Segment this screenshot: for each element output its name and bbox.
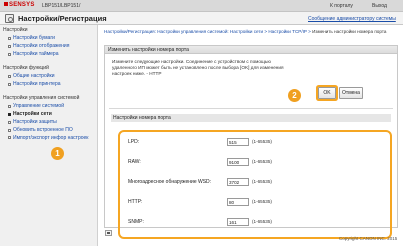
sidebar: Настройки Настройки бумаги Настройки ото… xyxy=(0,25,98,246)
port-range: (1-65535) xyxy=(252,159,272,164)
sidebar-item-paper[interactable]: Настройки бумаги xyxy=(0,34,97,42)
title-bar: Настройки/Регистрация Сообщение админист… xyxy=(0,12,403,25)
sidebar-section-functions: Настройки функций xyxy=(3,65,49,71)
snmp-port-input[interactable] xyxy=(227,218,249,226)
sidebar-item-network[interactable]: Настройки сети xyxy=(0,110,97,118)
port-label: Многоадресное обнаружение WSD: xyxy=(128,179,212,185)
main-content: Настройки/Регистрация: Настройки управле… xyxy=(99,25,403,246)
sidebar-item-security[interactable]: Настройки защиты xyxy=(0,118,97,126)
port-row-http: HTTP: (1-65535) xyxy=(128,198,388,207)
cancel-button[interactable]: Отмена xyxy=(339,87,363,99)
sidebar-item-label: Общие настройки xyxy=(13,73,55,79)
breadcrumb-current: Изменить настройки номера порта xyxy=(312,29,387,34)
bullet-icon xyxy=(8,74,11,78)
sidebar-item-label: Настройки таймера xyxy=(13,51,59,57)
bullet-icon xyxy=(8,82,11,86)
port-row-snmp: SNMP: (1-65535) xyxy=(128,218,388,227)
copyright: Copyright CANON INC. 2015 xyxy=(339,236,398,241)
ok-button[interactable]: OK xyxy=(318,87,336,99)
sidebar-item-label: Обновить встроенное ПО xyxy=(13,127,73,133)
bullet-icon xyxy=(8,104,11,108)
port-range: (1-65535) xyxy=(252,199,272,204)
sidebar-item-label: Настройки принтера xyxy=(13,81,61,87)
port-label: LPD: xyxy=(128,139,140,145)
top-bar: SENSYS LBP151/LBP151/ К порталу Выход xyxy=(0,0,403,12)
sidebar-item-label: Настройки защиты xyxy=(13,119,57,125)
port-fields-group: LPD: (1-65535) RAW: (1-65535) Многоадрес… xyxy=(118,130,392,239)
sidebar-section-settings: Настройки xyxy=(3,27,28,33)
sidebar-item-label: Импорт/экспорт инфор настроек xyxy=(13,135,89,141)
port-settings-header: Настройки номера порта xyxy=(111,114,391,122)
brand-name: SENSYS xyxy=(9,2,35,8)
sidebar-section-management: Настройки управления системой xyxy=(3,95,80,101)
bullet-icon xyxy=(8,112,11,116)
port-row-lpd: LPD: (1-65535) xyxy=(128,138,388,147)
http-port-input[interactable] xyxy=(227,198,249,206)
wsd-port-input[interactable] xyxy=(227,178,249,186)
lpd-port-input[interactable] xyxy=(227,138,249,146)
sidebar-item-label: Настройки бумаги xyxy=(13,35,55,41)
sidebar-item-printer[interactable]: Настройки принтера xyxy=(0,80,97,88)
logout-link[interactable]: Выход xyxy=(372,3,387,9)
port-range: (1-65535) xyxy=(252,139,272,144)
settings-icon xyxy=(5,14,14,23)
port-label: SNMP: xyxy=(128,219,144,225)
port-range: (1-65535) xyxy=(252,179,272,184)
notice-text: Измените следующие настройки. Соединение… xyxy=(112,59,284,77)
bullet-icon xyxy=(8,128,11,132)
sidebar-item-label: Настройки сети xyxy=(13,111,52,117)
divider xyxy=(109,108,393,109)
bullet-icon xyxy=(8,136,11,139)
bullet-icon xyxy=(8,52,11,56)
port-row-wsd: Многоадресное обнаружение WSD: (1-65535) xyxy=(128,178,388,187)
sidebar-item-label: Настройки отображения xyxy=(13,43,70,49)
port-label: RAW: xyxy=(128,159,141,165)
brand-square-icon xyxy=(4,2,8,6)
callout-badge-1: 1 xyxy=(51,147,64,160)
brand-logo: SENSYS xyxy=(4,2,35,8)
bullet-icon xyxy=(8,36,11,40)
raw-port-input[interactable] xyxy=(227,158,249,166)
callout-badge-2: 2 xyxy=(288,89,301,102)
admin-message-link[interactable]: Сообщение администратору системы xyxy=(308,16,396,22)
port-label: HTTP: xyxy=(128,199,143,205)
port-range: (1-65535) xyxy=(252,219,272,224)
page-top-icon[interactable] xyxy=(105,230,112,236)
sidebar-item-system-management[interactable]: Управление системой xyxy=(0,102,97,110)
sidebar-item-label: Управление системой xyxy=(13,103,65,109)
sidebar-item-display[interactable]: Настройки отображения xyxy=(0,42,97,50)
printer-model: LBP151/LBP151/ xyxy=(42,3,81,9)
bullet-icon xyxy=(8,120,11,124)
sidebar-item-firmware[interactable]: Обновить встроенное ПО xyxy=(0,126,97,134)
port-settings-panel: Изменить настройки номера порта Измените… xyxy=(104,45,398,239)
breadcrumb: Настройки/Регистрация: Настройки управле… xyxy=(104,29,400,35)
panel-header: Изменить настройки номера порта xyxy=(105,46,397,54)
sidebar-item-import-export[interactable]: Импорт/экспорт инфор настроек xyxy=(0,134,97,147)
port-row-raw: RAW: (1-65535) xyxy=(128,158,388,167)
bullet-icon xyxy=(8,44,11,48)
portal-link[interactable]: К порталу xyxy=(330,3,353,9)
sidebar-item-timer[interactable]: Настройки таймера xyxy=(0,50,97,58)
page-title: Настройки/Регистрация xyxy=(18,14,107,23)
sidebar-item-general[interactable]: Общие настройки xyxy=(0,72,97,80)
breadcrumb-path[interactable]: Настройки/Регистрация: Настройки управле… xyxy=(104,29,312,34)
